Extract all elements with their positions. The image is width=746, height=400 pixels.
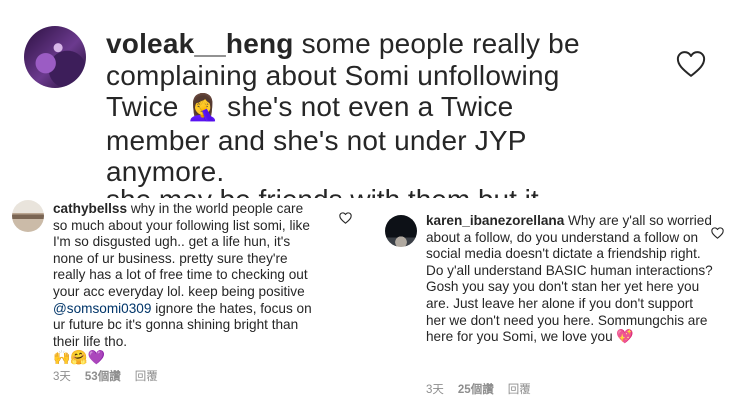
sparkling-heart-emoji: 💖 [616, 329, 634, 346]
comment-right: karen_ibanezorellana Why are y'all so wo… [372, 198, 746, 400]
comment-meta: 3天 25個讚 回覆 [426, 381, 545, 397]
avatar[interactable] [385, 215, 417, 247]
mention-link[interactable]: @somsomi0309 [53, 301, 151, 316]
comment-text: cathybellss why in the world people care… [53, 201, 312, 367]
heart-outline-icon[interactable] [676, 50, 706, 78]
heart-outline-icon[interactable] [711, 227, 724, 239]
username[interactable]: voleak__heng [106, 28, 294, 59]
avatar[interactable] [24, 26, 86, 88]
username[interactable]: karen_ibanezorellana [426, 213, 564, 228]
comment-text-overflow: she may be friends with them but it [106, 186, 566, 198]
reply-button[interactable]: 回覆 [135, 371, 158, 383]
woman-facepalming-emoji: 🤦‍♀️ [186, 93, 220, 123]
comment-left: cathybellss why in the world people care… [0, 198, 372, 400]
heart-outline-icon[interactable] [339, 212, 352, 224]
comment-text: karen_ibanezorellana Why are y'all so wo… [426, 213, 713, 346]
likes-count[interactable]: 25個讚 [458, 384, 494, 396]
likes-count[interactable]: 53個讚 [85, 371, 121, 383]
comment-meta: 3天 53個讚 回覆 [53, 368, 172, 384]
reply-button[interactable]: 回覆 [508, 384, 531, 396]
username[interactable]: cathybellss [53, 201, 127, 216]
timestamp: 3天 [426, 384, 444, 396]
top-comment: voleak__heng some people really be compl… [0, 0, 746, 198]
comment-text: voleak__heng some people really be compl… [106, 28, 580, 187]
emoji-group: 🙌🤗💜 [53, 350, 106, 367]
timestamp: 3天 [53, 371, 71, 383]
avatar[interactable] [12, 200, 44, 232]
